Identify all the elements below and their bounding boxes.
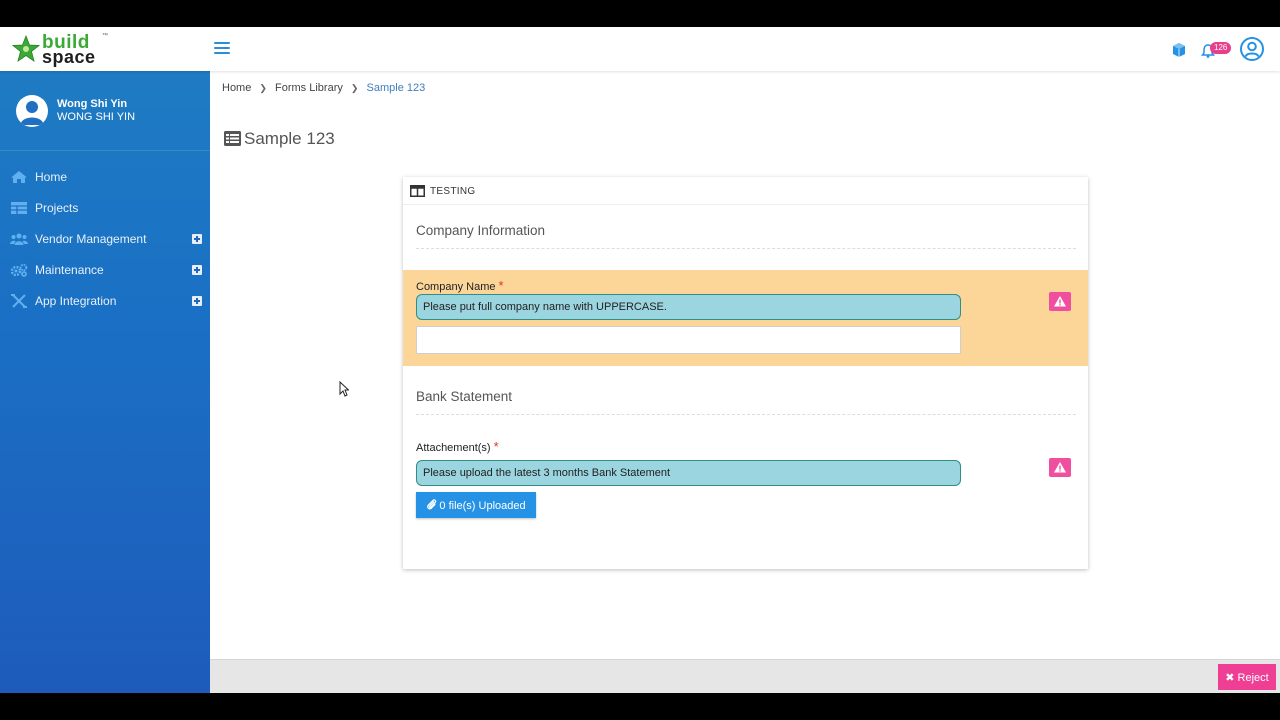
sidebar-item-home[interactable]: Home [0, 162, 210, 193]
table-icon [11, 202, 27, 214]
gears-icon [10, 263, 28, 277]
chevron-right-icon: ❯ [350, 83, 359, 93]
page-title-text: Sample 123 [244, 129, 335, 148]
form-card-header: TESTING [403, 177, 1088, 205]
required-mark: * [493, 439, 499, 454]
mouse-cursor-icon [339, 381, 349, 397]
sidebar-item-label: App Integration [35, 294, 117, 308]
warning-button[interactable] [1049, 292, 1071, 311]
sidebar-item-vendor-management[interactable]: Vendor Management [0, 224, 210, 255]
sidebar-item-label: Projects [35, 201, 79, 215]
form-card: TESTING Company Information Company Name… [403, 177, 1088, 569]
warning-triangle-icon [1054, 462, 1066, 473]
close-icon: ✖ [1225, 671, 1235, 684]
page-title: Sample 123 [224, 129, 335, 149]
sidebar-item-maintenance[interactable]: Maintenance [0, 255, 210, 286]
expand-plus-icon[interactable] [192, 296, 202, 306]
sidebar-item-app-integration[interactable]: App Integration [0, 286, 210, 317]
user-id: WONG SHI YIN [57, 111, 136, 123]
field-hint: Please put full company name with UPPERC… [416, 294, 961, 320]
warning-button[interactable] [1049, 458, 1071, 477]
user-name: Wong Shi Yin [57, 98, 128, 110]
integration-icon [11, 294, 27, 308]
field-label-text: Attachement(s) [416, 442, 491, 454]
breadcrumb-current: Sample 123 [366, 82, 426, 94]
expand-plus-icon[interactable] [192, 265, 202, 275]
attachments-field-group: Attachement(s) * Please upload the latest… [403, 435, 1088, 525]
buildspace-logo[interactable]: build space ™ [12, 31, 112, 67]
upload-button-label: 0 file(s) Uploaded [439, 500, 526, 512]
list-icon [224, 131, 241, 146]
users-icon [10, 233, 28, 245]
field-hint: Please upload the latest 3 months Bank S… [416, 460, 961, 486]
field-label-text: Company Name [416, 281, 496, 293]
app-window: build space ™ 126 Wong Shi Yin WONG SHI … [0, 27, 1280, 693]
warning-triangle-icon [1054, 296, 1066, 307]
breadcrumb-home[interactable]: Home [222, 82, 251, 94]
sidebar: Wong Shi Yin WONG SHI YIN Home Projects [0, 71, 210, 693]
notification-count-badge: 126 [1210, 42, 1232, 54]
breadcrumb: Home ❯ Forms Library ❯ Sample 123 [222, 82, 425, 94]
sidebar-item-label: Maintenance [35, 263, 104, 277]
paperclip-icon [427, 499, 437, 510]
company-name-input[interactable] [416, 326, 961, 354]
menu-toggle-icon[interactable] [214, 42, 230, 56]
user-profile: Wong Shi Yin WONG SHI YIN [0, 71, 210, 151]
sidebar-item-label: Vendor Management [35, 232, 147, 246]
reject-button[interactable]: ✖ Reject [1218, 664, 1276, 690]
cube-icon[interactable] [1171, 42, 1187, 58]
avatar [16, 95, 48, 127]
star-logo-icon [12, 35, 40, 62]
section-divider [416, 414, 1076, 415]
user-account-icon[interactable] [1239, 36, 1265, 62]
section-title: Bank Statement [416, 389, 513, 404]
field-label: Company Name * [416, 278, 504, 293]
columns-icon [410, 185, 425, 197]
logo-text-space: space [42, 47, 96, 67]
expand-plus-icon[interactable] [192, 234, 202, 244]
logo-trademark: ™ [102, 33, 108, 39]
section-title: Company Information [416, 223, 546, 238]
form-card-title: TESTING [430, 186, 476, 197]
field-label: Attachement(s) * [416, 439, 499, 454]
breadcrumb-forms-library[interactable]: Forms Library [275, 82, 343, 94]
top-bar: build space ™ 126 [0, 27, 1280, 71]
home-icon [11, 171, 27, 183]
company-name-field-group: Company Name * Please put full company na… [403, 270, 1088, 366]
section-divider [416, 248, 1076, 249]
upload-files-button[interactable]: 0 file(s) Uploaded [416, 492, 536, 518]
action-footer: ✖ Reject [210, 659, 1280, 693]
reject-button-label: Reject [1237, 671, 1269, 684]
sidebar-item-label: Home [35, 170, 68, 184]
required-mark: * [498, 278, 504, 293]
sidebar-nav: Home Projects Vendor Management Maintena… [0, 162, 210, 317]
user-avatar-icon [20, 101, 44, 125]
main-content: Home ❯ Forms Library ❯ Sample 123 Sample… [210, 71, 1280, 659]
chevron-right-icon: ❯ [259, 83, 267, 93]
sidebar-item-projects[interactable]: Projects [0, 193, 210, 224]
